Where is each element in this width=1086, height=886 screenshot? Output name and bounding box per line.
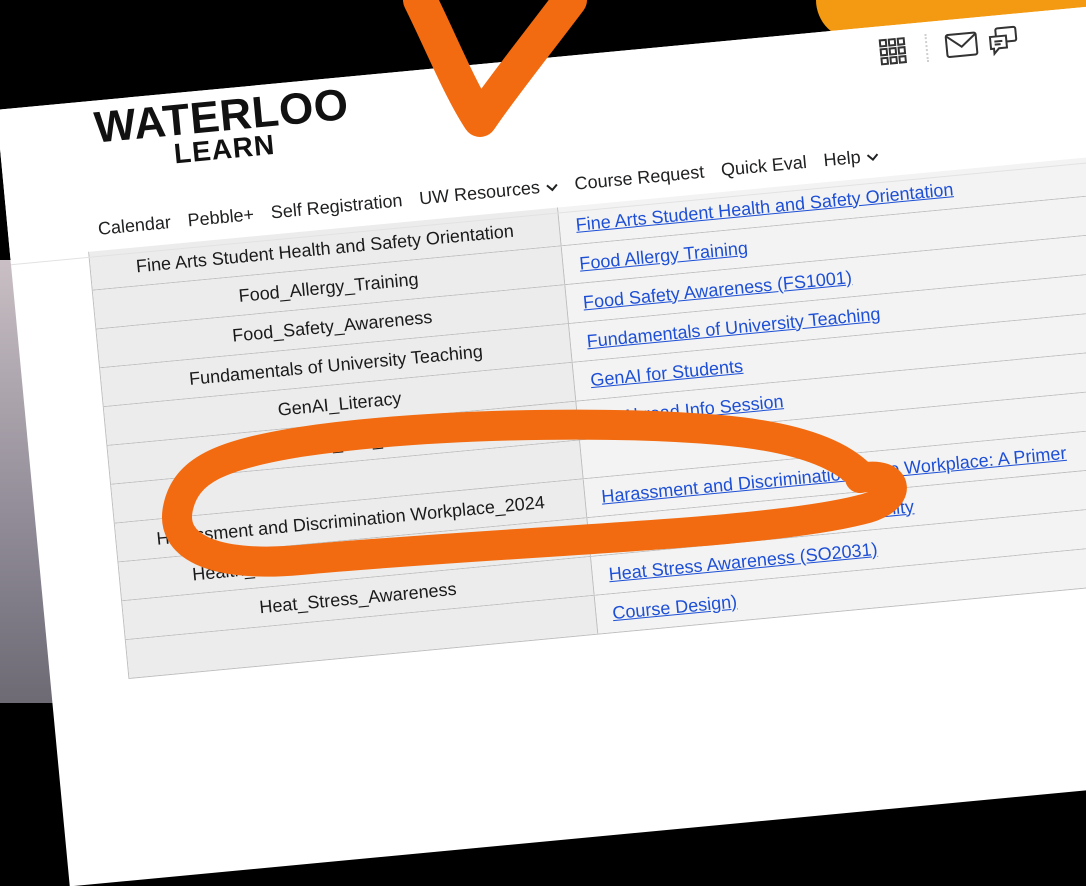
course-link[interactable]: Food Allergy Training: [578, 237, 748, 274]
course-link[interactable]: GenAI for Students: [589, 355, 743, 390]
grid-icon[interactable]: [870, 29, 916, 73]
chat-icon[interactable]: [981, 19, 1027, 63]
screen-photo: WATERLOO LEARN Calendar Pebble+ Self Reg…: [0, 4, 1086, 886]
waterloo-learn-logo[interactable]: WATERLOO LEARN: [92, 80, 353, 173]
course-link[interactable]: Course Design): [611, 591, 737, 624]
header-icons: [870, 19, 1026, 73]
header-separator: [924, 33, 930, 63]
nav-label: Help: [822, 146, 862, 171]
chevron-down-icon: [866, 145, 880, 167]
chevron-down-icon: [545, 175, 559, 197]
mail-icon[interactable]: [939, 23, 985, 67]
